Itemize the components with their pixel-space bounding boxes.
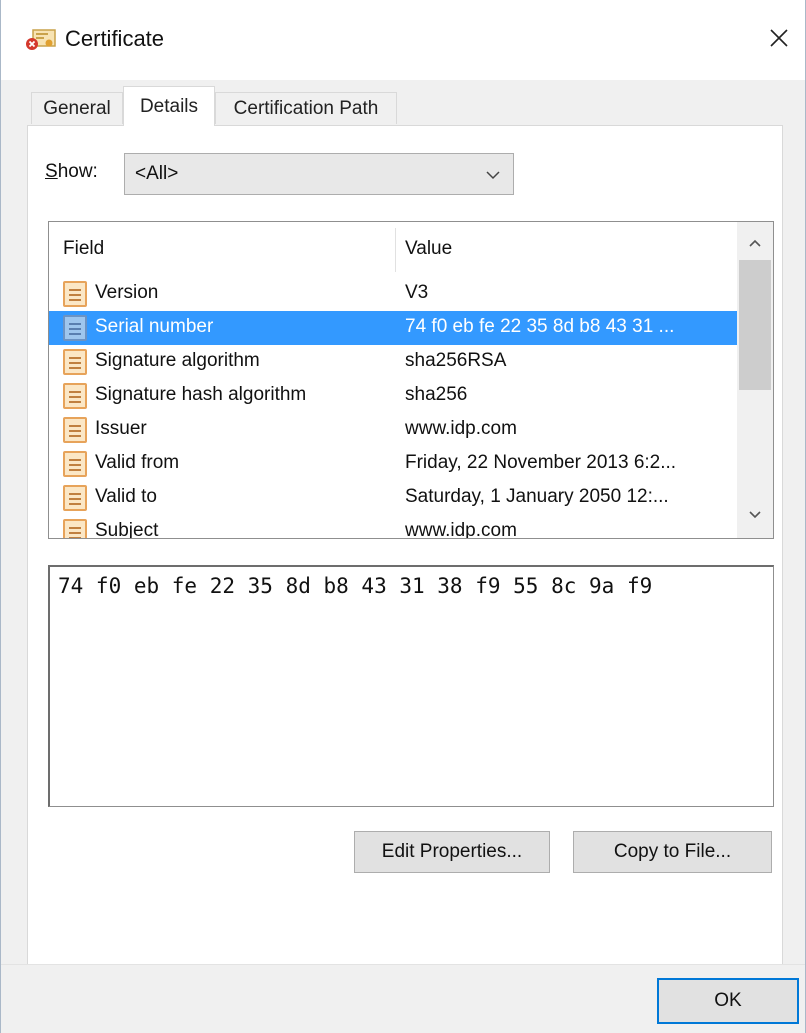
row-field: Signature hash algorithm [95,384,307,405]
field-icon [63,519,87,538]
edit-properties-label: Edit Properties... [381,841,523,862]
list-row-version[interactable]: Version V3 [49,277,737,311]
field-icon [63,315,87,341]
row-field: Serial number [95,316,214,337]
row-value: www.idp.com [405,418,517,439]
row-field: Version [95,282,159,303]
tab-general[interactable]: General [31,92,123,124]
title-bar: Certificate [1,0,805,80]
row-field: Valid from [95,452,180,473]
list-scrollbar[interactable] [737,222,773,538]
list-row-signature-hash-algorithm[interactable]: Signature hash algorithm sha256 [49,379,737,413]
list-row-valid-from[interactable]: Valid from Friday, 22 November 2013 6:2.… [49,447,737,481]
column-divider[interactable] [395,228,396,272]
row-field: Valid to [95,486,157,507]
show-dropdown-value: <All> [135,163,179,184]
fields-list[interactable]: Field Value Version V3 Serial number 74 … [48,221,774,539]
row-value: Friday, 22 November 2013 6:2... [405,452,677,473]
field-icon [63,383,87,409]
column-header-value[interactable]: Value [405,238,452,260]
close-icon [769,28,789,53]
list-row-signature-algorithm[interactable]: Signature algorithm sha256RSA [49,345,737,379]
list-row-subject[interactable]: Subject www.idp.com [49,515,737,539]
close-button[interactable] [753,14,805,66]
row-field: Issuer [95,418,147,439]
ok-label: OK [714,990,742,1011]
chevron-up-icon [748,235,762,253]
row-value: 74 f0 eb fe 22 35 8d b8 43 31 ... [405,316,675,337]
row-value: V3 [405,282,429,303]
list-row-serial-number[interactable]: Serial number 74 f0 eb fe 22 35 8d b8 43… [49,311,737,345]
row-value: sha256 [405,384,468,405]
field-icon [63,417,87,443]
show-dropdown[interactable]: <All> [124,153,514,195]
field-icon [63,281,87,307]
footer-divider [1,964,805,965]
tab-strip: General Details Certification Path [27,86,806,126]
tab-certification-path[interactable]: Certification Path [215,92,397,124]
certificate-dialog: Certificate General Details Certificatio… [0,0,806,1033]
row-value: www.idp.com [405,520,517,539]
field-value-textbox[interactable]: 74 f0 eb fe 22 35 8d b8 43 31 38 f9 55 8… [48,565,774,807]
window-title: Certificate [65,26,165,51]
ok-button[interactable]: OK [657,978,799,1024]
list-row-valid-to[interactable]: Valid to Saturday, 1 January 2050 12:... [49,481,737,515]
scroll-up-button[interactable] [737,230,773,258]
edit-properties-button[interactable]: Edit Properties... [354,831,550,873]
row-field: Signature algorithm [95,350,260,371]
certificate-error-icon [25,28,57,52]
field-icon [63,349,87,375]
show-label: Show: [45,161,98,182]
list-header: Field Value [49,222,737,277]
copy-to-file-button[interactable]: Copy to File... [573,831,772,873]
scroll-thumb[interactable] [739,260,771,390]
field-icon [63,451,87,477]
copy-to-file-label: Copy to File... [613,841,732,862]
tab-details[interactable]: Details [123,86,215,126]
row-field: Subject [95,520,159,539]
field-icon [63,485,87,511]
column-header-field[interactable]: Field [63,238,104,260]
chevron-down-icon [485,168,501,186]
list-row-issuer[interactable]: Issuer www.idp.com [49,413,737,447]
row-value: sha256RSA [405,350,507,371]
chevron-down-icon [748,507,762,525]
scroll-down-button[interactable] [737,502,773,530]
row-value: Saturday, 1 January 2050 12:... [405,486,669,507]
